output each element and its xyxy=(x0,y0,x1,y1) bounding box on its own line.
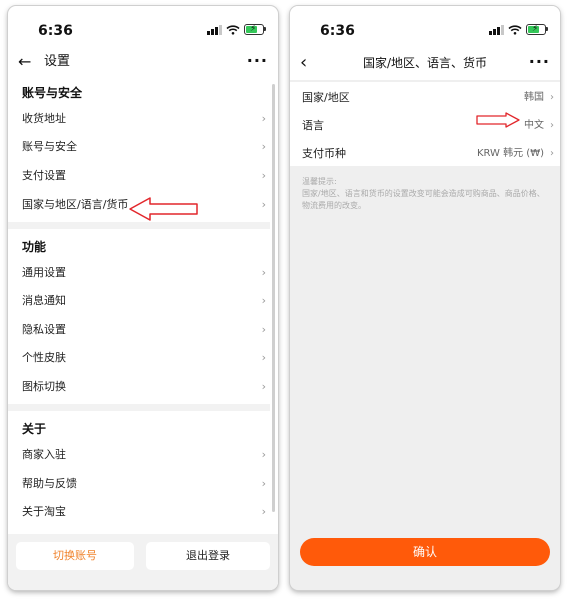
status-bar: 6:36 ⚡ xyxy=(290,6,560,46)
battery-icon: ⚡ xyxy=(526,24,548,35)
chevron-right-icon: › xyxy=(261,323,266,336)
settings-item-label: 通用设置 xyxy=(22,266,66,279)
section-header-about: 关于 xyxy=(22,422,47,436)
chevron-right-icon: › xyxy=(261,448,266,461)
settings-item-label: 个性皮肤 xyxy=(22,351,66,364)
settings-item-label: 消息通知 xyxy=(22,294,66,307)
nav-bar: ← 设置 ··· xyxy=(8,48,278,76)
settings-screen: 6:36 ⚡ ← 设置 ··· 账号与安全 收货地址 › 账号与安全 › 支付设… xyxy=(8,6,278,590)
chevron-right-icon: › xyxy=(550,120,554,131)
arrow-left-icon[interactable]: ← xyxy=(18,48,31,76)
settings-item-account-security[interactable]: 账号与安全 › xyxy=(8,133,270,161)
settings-item-label: 图标切换 xyxy=(22,380,66,393)
currency-value: KRW 韩元 (₩) xyxy=(476,148,544,159)
battery-icon: ⚡ xyxy=(244,24,266,35)
settings-item-about-taobao[interactable]: 关于淘宝 › xyxy=(8,498,270,526)
currency-label: 支付币种 xyxy=(302,147,346,160)
section-divider xyxy=(8,404,270,411)
chevron-right-icon: › xyxy=(261,351,266,364)
annotation-arrow-icon xyxy=(476,112,520,128)
confirm-button[interactable]: 确认 xyxy=(300,538,550,566)
currency-row[interactable]: 支付币种 KRW 韩元 (₩) › xyxy=(290,140,560,168)
bottom-action-bar: 切换账号 退出登录 xyxy=(8,534,278,590)
settings-item-payment[interactable]: 支付设置 › xyxy=(8,162,270,190)
settings-item-skin[interactable]: 个性皮肤 › xyxy=(8,344,270,372)
more-dots-icon[interactable]: ··· xyxy=(529,46,550,78)
region-value: 韩国 xyxy=(524,92,544,103)
settings-item-notifications[interactable]: 消息通知 › xyxy=(8,287,270,315)
region-row[interactable]: 国家/地区 韩国 › xyxy=(290,84,560,112)
annotation-arrow-icon xyxy=(129,197,198,221)
settings-item-shipping-address[interactable]: 收货地址 › xyxy=(8,105,270,133)
settings-item-privacy[interactable]: 隐私设置 › xyxy=(8,316,270,344)
status-bar: 6:36 ⚡ xyxy=(8,6,278,46)
section-header-account: 账号与安全 xyxy=(22,86,83,100)
wifi-icon xyxy=(508,24,522,35)
nav-bar: ‹ 国家/地区、语言、货币 ··· xyxy=(290,46,560,80)
settings-item-icon-switch[interactable]: 图标切换 › xyxy=(8,373,270,401)
notice-body: 国家/地区、语言和货币的设置改变可能会造成可购商品、商品价格、物流费用的改变。 xyxy=(302,189,545,210)
settings-item-label: 商家入驻 xyxy=(22,448,66,461)
page-title: 国家/地区、语言、货币 xyxy=(362,56,488,70)
chevron-right-icon: › xyxy=(261,140,266,153)
logout-button[interactable]: 退出登录 xyxy=(146,542,270,570)
chevron-right-icon: › xyxy=(261,112,266,125)
status-time: 6:36 xyxy=(320,23,355,39)
chevron-right-icon: › xyxy=(261,169,266,182)
language-label: 语言 xyxy=(302,119,324,132)
chevron-right-icon: › xyxy=(261,198,266,211)
page-title: 设置 xyxy=(44,54,71,69)
chevron-right-icon: › xyxy=(261,266,266,279)
signal-icon xyxy=(489,24,504,35)
region-language-currency-screen: 6:36 ⚡ ‹ 国家/地区、语言、货币 ··· 国家/地区 韩国 › 语言 中… xyxy=(290,6,560,590)
region-label: 国家/地区 xyxy=(302,91,350,104)
chevron-right-icon: › xyxy=(550,92,554,103)
language-value: 中文 xyxy=(524,120,544,131)
switch-account-button[interactable]: 切换账号 xyxy=(16,542,134,570)
status-time: 6:36 xyxy=(38,23,73,39)
status-icons: ⚡ xyxy=(489,24,548,35)
status-icons: ⚡ xyxy=(207,24,266,35)
signal-icon xyxy=(207,24,222,35)
settings-item-merchant[interactable]: 商家入驻 › xyxy=(8,441,270,469)
chevron-right-icon: › xyxy=(261,294,266,307)
notice-title: 温馨提示: xyxy=(302,177,337,186)
settings-item-label: 帮助与反馈 xyxy=(22,477,77,490)
scrollbar[interactable] xyxy=(272,84,275,512)
settings-item-label: 关于淘宝 xyxy=(22,505,66,518)
section-divider xyxy=(8,222,270,229)
settings-item-label: 隐私设置 xyxy=(22,323,66,336)
chevron-right-icon: › xyxy=(261,505,266,518)
section-header-features: 功能 xyxy=(22,240,47,254)
settings-item-label: 国家与地区/语言/货币 xyxy=(22,198,129,211)
settings-item-help[interactable]: 帮助与反馈 › xyxy=(8,470,270,498)
settings-item-general[interactable]: 通用设置 › xyxy=(8,259,270,287)
chevron-right-icon: › xyxy=(261,380,266,393)
chevron-right-icon: › xyxy=(550,148,554,159)
more-dots-icon[interactable]: ··· xyxy=(247,48,268,74)
settings-item-label: 支付设置 xyxy=(22,169,66,182)
chevron-right-icon: › xyxy=(261,477,266,490)
wifi-icon xyxy=(226,24,240,35)
settings-item-label: 账号与安全 xyxy=(22,140,77,153)
settings-item-label: 收货地址 xyxy=(22,112,66,125)
